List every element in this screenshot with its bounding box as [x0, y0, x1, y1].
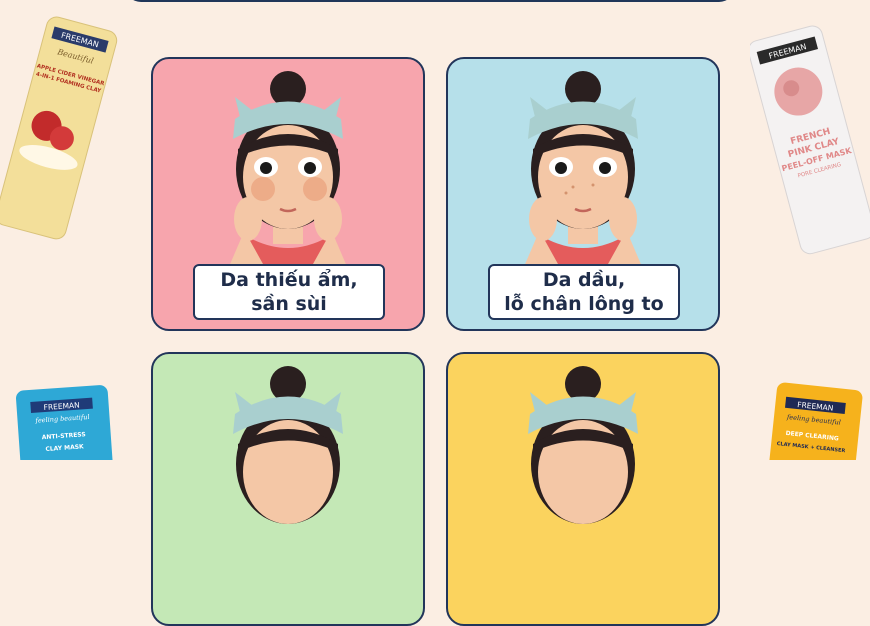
label-line-2: lỗ chân lông to: [504, 293, 664, 315]
anti-stress-clay-tube: FREEMAN feeling beautiful ANTI-STRESS CL…: [16, 385, 115, 460]
skin-type-card-yellow: [446, 352, 720, 626]
pink-clay-tube: FREEMAN FRENCH PINK CLAY PEEL-OFF MASK P…: [750, 25, 870, 255]
skin-type-label: Da thiếu ẩm, sần sùi: [193, 264, 385, 320]
skin-type-card-dry: Da thiếu ẩm, sần sùi: [151, 57, 425, 331]
top-banner: [125, 0, 735, 2]
apple-cider-clay-tube: FREEMAN Beautiful APPLE CIDER VINEGAR 4-…: [0, 16, 118, 240]
label-line-1: Da thiếu ẩm,: [220, 269, 358, 291]
label-line-1: Da dầu,: [542, 269, 626, 291]
deep-clearing-clay-tube: FREEMAN feeling beautiful DEEP CLEARING …: [765, 382, 863, 460]
skin-type-label: Da dầu, lỗ chân lông to: [488, 264, 680, 320]
skin-type-card-oily: Da dầu, lỗ chân lông to: [446, 57, 720, 331]
skin-type-card-green: [151, 352, 425, 626]
label-line-2: sần sùi: [251, 293, 327, 315]
